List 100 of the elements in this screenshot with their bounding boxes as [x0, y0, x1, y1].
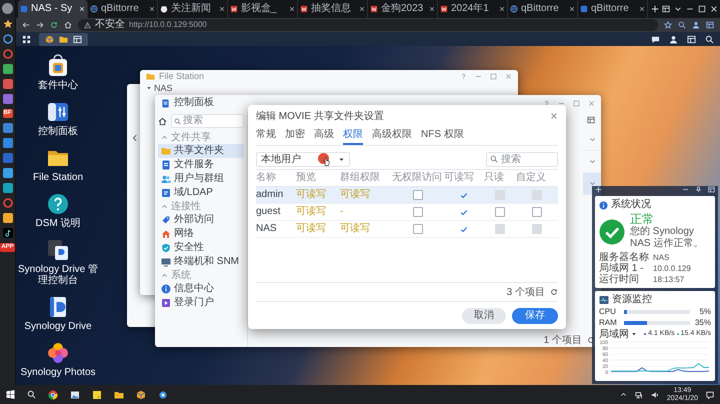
checkbox[interactable]: [413, 207, 423, 217]
network-icon[interactable]: [634, 390, 643, 398]
user-type-dropdown[interactable]: 本地用户: [256, 152, 350, 166]
dialog-tab[interactable]: 常规: [256, 127, 276, 145]
sidebar-item[interactable]: 信息中心: [158, 282, 244, 296]
sidebar-item[interactable]: 共享文件夹: [158, 144, 244, 158]
dialog-tab[interactable]: 高级权限: [372, 127, 412, 145]
close-icon[interactable]: [149, 6, 155, 12]
desktop-shortcut[interactable]: 套件中心: [16, 54, 100, 91]
checkbox[interactable]: [413, 190, 423, 200]
close-icon[interactable]: [429, 6, 435, 12]
table-row[interactable]: NAS 可读写 可读写: [256, 221, 558, 238]
forward-arrow-icon[interactable]: [36, 21, 44, 29]
close-icon[interactable]: [359, 6, 365, 12]
gear-icon[interactable]: [158, 390, 168, 400]
search-icon[interactable]: [705, 34, 714, 44]
app-tile-icon[interactable]: [2, 153, 12, 163]
search-input[interactable]: 搜索: [183, 115, 241, 127]
ring-icon[interactable]: [2, 198, 12, 208]
star-icon[interactable]: [664, 21, 672, 29]
desktop-shortcut[interactable]: Synology Drive: [16, 295, 100, 332]
user-icon[interactable]: [692, 21, 700, 29]
folder-icon[interactable]: [59, 34, 68, 44]
close-icon[interactable]: [499, 6, 505, 12]
reload-icon[interactable]: [50, 21, 58, 29]
caret-down-icon[interactable]: [589, 180, 596, 187]
search-icon[interactable]: [678, 21, 686, 29]
sidebar-item[interactable]: 终端机和 SNM: [158, 255, 244, 269]
home-icon[interactable]: [158, 116, 167, 126]
search-icon[interactable]: [27, 390, 36, 399]
desktop-shortcut[interactable]: Synology Drive 管理控制台: [16, 238, 100, 286]
app-tile-icon[interactable]: [2, 94, 12, 104]
cube-icon[interactable]: [45, 34, 54, 44]
close-icon[interactable]: [569, 6, 575, 12]
browser-icon[interactable]: [48, 390, 58, 400]
back-chevron-icon[interactable]: [131, 134, 139, 142]
plus-icon[interactable]: [651, 5, 659, 13]
tray-caret-icon[interactable]: [620, 391, 627, 398]
dialog-tab[interactable]: 高级: [314, 127, 334, 145]
user-icon[interactable]: [669, 34, 678, 44]
tree-item[interactable]: NAS: [140, 82, 518, 94]
close-icon[interactable]: [219, 6, 225, 12]
sidebar-item[interactable]: 文件服务: [158, 158, 244, 172]
window-layout-icon[interactable]: [587, 116, 595, 124]
help-icon[interactable]: [543, 100, 550, 106]
dropdown-triangle-icon[interactable]: [146, 85, 152, 91]
table-row[interactable]: admin 可读写 可读写: [256, 187, 558, 204]
dialog-tab[interactable]: NFS 权限: [421, 127, 464, 145]
star-icon[interactable]: [2, 19, 12, 29]
maximize-icon[interactable]: [698, 5, 706, 13]
windows-logo-icon[interactable]: [6, 390, 15, 399]
save-button[interactable]: 保存: [512, 308, 558, 324]
sidebar-item[interactable]: 用户与群组: [158, 172, 244, 186]
dropdown-triangle-icon[interactable]: [631, 330, 637, 336]
checkbox[interactable]: [495, 207, 505, 217]
cancel-button[interactable]: 取消: [462, 308, 506, 324]
close-icon[interactable]: [289, 6, 295, 12]
pin-icon[interactable]: [695, 186, 702, 193]
app-grid-icon[interactable]: [22, 34, 31, 44]
app-tile-icon[interactable]: [2, 79, 12, 89]
sidebar-item[interactable]: 安全性: [158, 241, 244, 255]
desktop-shortcut[interactable]: Synology Photos: [16, 341, 100, 378]
dialog-tab[interactable]: 权限: [343, 127, 363, 145]
app-tile-icon[interactable]: [2, 213, 12, 223]
table-row[interactable]: guest 可读写 -: [256, 204, 558, 221]
window-layout-icon[interactable]: [706, 21, 714, 29]
folder-icon[interactable]: [114, 390, 124, 400]
speaker-icon[interactable]: [650, 390, 659, 398]
notification-icon[interactable]: [706, 390, 714, 398]
search-input[interactable]: 搜索: [501, 152, 554, 166]
app-tile-icon[interactable]: [2, 123, 12, 133]
app-tile-icon[interactable]: [2, 168, 12, 178]
message-icon[interactable]: [651, 34, 660, 44]
address-field[interactable]: 不安全 http://10.0.0.129:5000: [78, 19, 658, 31]
ring-icon[interactable]: [2, 34, 12, 44]
browser-tab[interactable]: NAS - Sy: [18, 0, 88, 18]
plus-icon[interactable]: [595, 186, 602, 193]
back-arrow-icon[interactable]: [22, 21, 30, 29]
sticky-note-icon[interactable]: [92, 390, 102, 400]
search-field[interactable]: 搜索: [171, 114, 244, 128]
sidebar-item[interactable]: 外部访问: [158, 213, 244, 227]
dialog-tab[interactable]: 加密: [285, 127, 305, 145]
refresh-icon[interactable]: [550, 288, 558, 296]
sidebar-item[interactable]: 域/LDAP: [158, 186, 244, 200]
music-note-tile-icon[interactable]: [2, 228, 12, 238]
app-tile-icon[interactable]: [2, 64, 12, 74]
desktop-shortcut[interactable]: File Station: [16, 146, 100, 183]
close-icon[interactable]: [639, 6, 645, 12]
ring-icon[interactable]: [2, 49, 12, 59]
search-field[interactable]: 搜索: [486, 152, 558, 166]
desktop-shortcut[interactable]: DSM 说明: [16, 192, 100, 229]
checkbox[interactable]: [532, 207, 542, 217]
checkbox[interactable]: [413, 224, 423, 234]
profile-avatar[interactable]: [2, 3, 13, 14]
app-tile-icon[interactable]: [2, 138, 12, 148]
sidebar-item[interactable]: 网络: [158, 227, 244, 241]
app-tile-icon[interactable]: [2, 183, 12, 193]
desktop-shortcut[interactable]: 控制面板: [16, 100, 100, 137]
caret-down-icon[interactable]: [674, 5, 682, 13]
sidebar-item[interactable]: 登录门户: [158, 296, 244, 310]
